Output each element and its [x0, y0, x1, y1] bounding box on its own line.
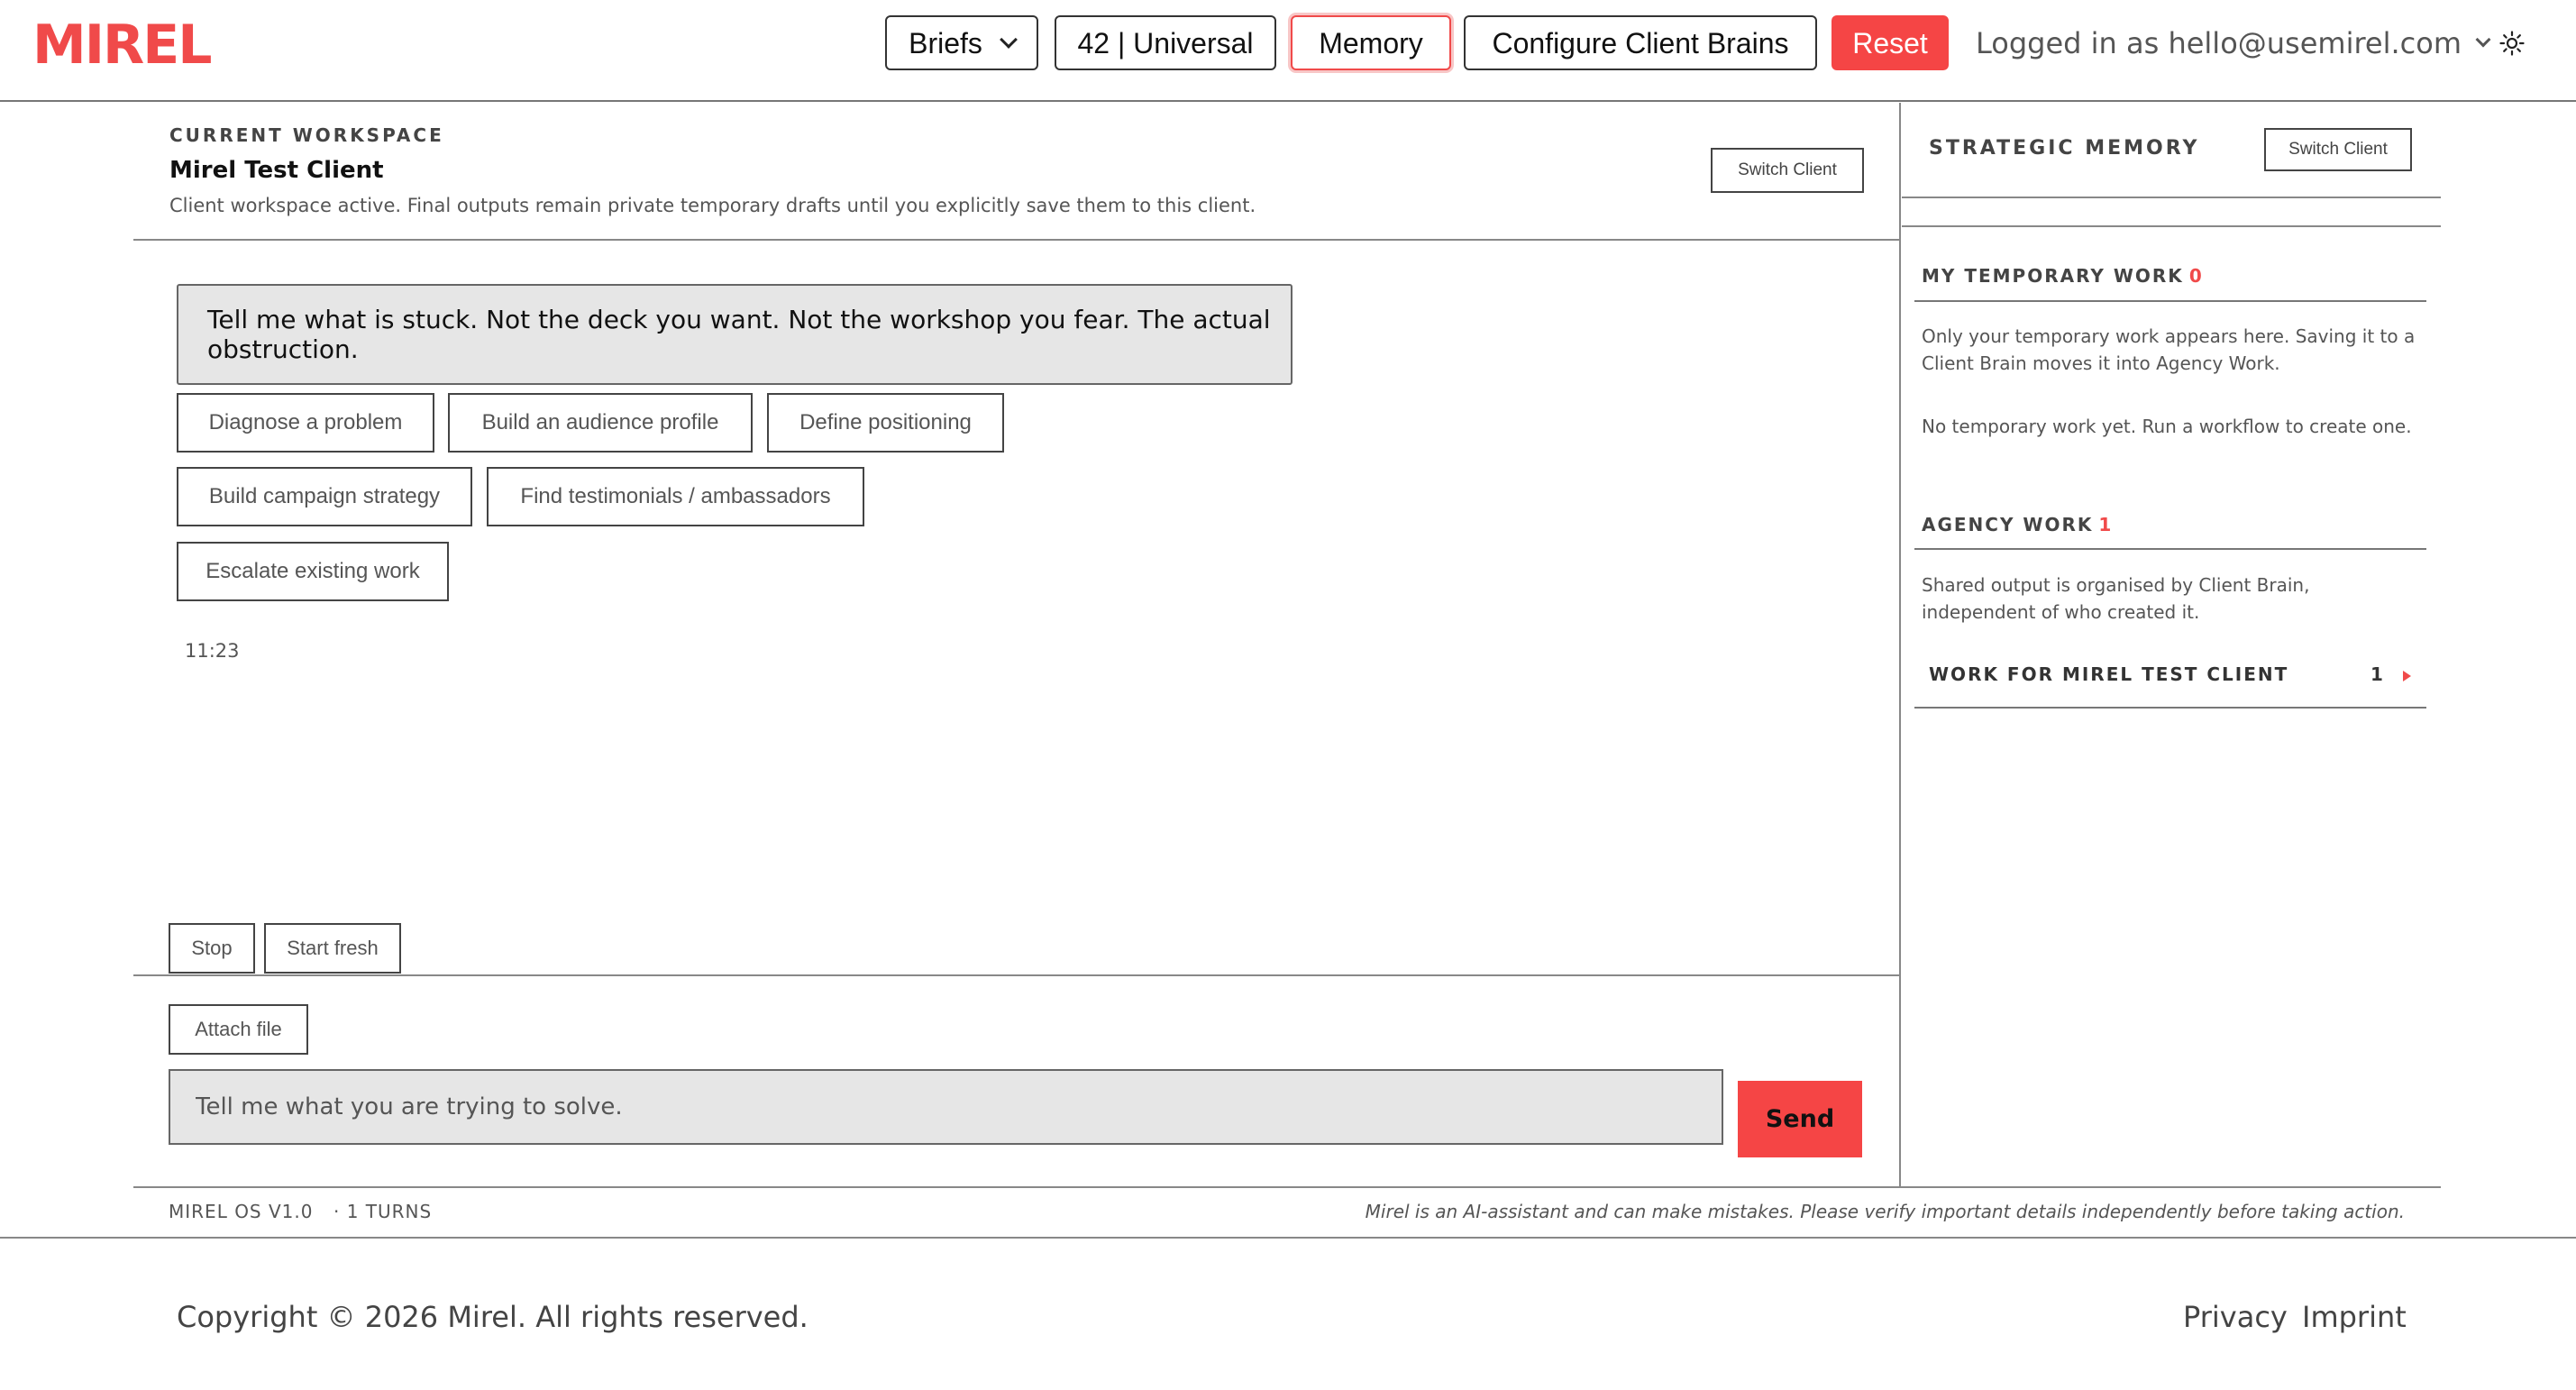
status-divider [133, 1186, 2441, 1188]
chip-find-testimonials[interactable]: Find testimonials / ambassadors [487, 467, 864, 526]
send-button[interactable]: Send [1738, 1081, 1862, 1157]
memory-divider [1902, 197, 2441, 198]
chip-escalate-existing-work[interactable]: Escalate existing work [177, 542, 449, 601]
message-timestamp: 11:23 [185, 640, 240, 662]
configure-label: Configure Client Brains [1492, 26, 1789, 59]
footer-divider [0, 1237, 2576, 1239]
composer-divider [133, 974, 1900, 976]
memory-button[interactable]: Memory [1291, 15, 1451, 70]
configure-client-brains-button[interactable]: Configure Client Brains [1464, 15, 1817, 70]
briefs-label: Briefs [909, 26, 982, 59]
workspace-title: Mirel Test Client [169, 157, 384, 184]
agency-work-description: Shared output is organised by Client Bra… [1922, 574, 2310, 623]
memory-divider [1902, 225, 2441, 227]
stop-button[interactable]: Stop [169, 923, 255, 974]
mirel-logo[interactable]: MIREL [32, 18, 212, 72]
universal-label: 42 | Universal [1077, 26, 1254, 59]
workspace-kicker: CURRENT WORKSPACE [169, 124, 444, 146]
panel-divider [1899, 103, 1901, 1186]
memory-panel-title: STRATEGIC MEMORY [1929, 137, 2200, 160]
workspace-header: CURRENT WORKSPACE Mirel Test Client Clie… [133, 103, 1900, 241]
agency-work-count: 1 [2098, 514, 2114, 535]
agency-work-heading: AGENCY WORK 1 [1922, 514, 2113, 535]
section-divider [1914, 300, 2426, 302]
temporary-work-count: 0 [2188, 265, 2204, 287]
work-row-label: WORK FOR MIREL TEST CLIENT [1929, 663, 2289, 685]
work-for-client-row[interactable]: WORK FOR MIREL TEST CLIENT 1 [1929, 663, 2416, 690]
universal-button[interactable]: 42 | Universal [1055, 15, 1276, 70]
assistant-message-text: Tell me what is stuck. Not the deck you … [207, 305, 1271, 364]
section-divider [1914, 707, 2426, 709]
section-divider [1914, 548, 2426, 550]
switch-client-button[interactable]: Switch Client [1711, 148, 1864, 193]
chip-define-positioning[interactable]: Define positioning [767, 393, 1004, 453]
chevron-down-icon [2475, 32, 2491, 48]
attach-file-button[interactable]: Attach file [169, 1004, 308, 1055]
version-label: MIREL OS V1.0 [169, 1201, 314, 1222]
logged-in-label: Logged in as hello@usemirel.com [1976, 26, 2462, 60]
chip-diagnose-problem[interactable]: Diagnose a problem [177, 393, 434, 453]
reset-label: Reset [1852, 26, 1928, 59]
memory-label: Memory [1319, 26, 1423, 59]
copyright-text: Copyright © 2026 Mirel. All rights reser… [177, 1300, 808, 1334]
turns-counter: · 1 TURNS [333, 1201, 433, 1222]
chevron-down-icon [999, 30, 1018, 49]
chat-input[interactable] [169, 1069, 1723, 1145]
work-row-count: 1 [2370, 663, 2383, 685]
memory-switch-client-button[interactable]: Switch Client [2264, 128, 2412, 171]
start-fresh-button[interactable]: Start fresh [264, 923, 401, 974]
temporary-work-empty: No temporary work yet. Run a workflow to… [1922, 416, 2412, 437]
temporary-work-description: Only your temporary work appears here. S… [1922, 325, 2416, 374]
workspace-description: Client workspace active. Final outputs r… [169, 195, 1256, 216]
agency-work-heading-text: AGENCY WORK [1922, 514, 2094, 535]
app-header: MIREL Briefs 42 | Universal Memory Confi… [0, 0, 2576, 102]
user-menu[interactable]: Logged in as hello@usemirel.com [1976, 25, 2491, 61]
assistant-message: Tell me what is stuck. Not the deck you … [177, 284, 1293, 385]
caret-right-icon [2403, 671, 2411, 681]
sun-icon[interactable] [2499, 31, 2525, 56]
chip-build-audience-profile[interactable]: Build an audience profile [448, 393, 753, 453]
imprint-link[interactable]: Imprint [2302, 1300, 2407, 1334]
privacy-link[interactable]: Privacy [2183, 1300, 2288, 1334]
ai-disclaimer: Mirel is an AI-assistant and can make mi… [1365, 1201, 2405, 1222]
briefs-dropdown-button[interactable]: Briefs [885, 15, 1038, 70]
temporary-work-heading: MY TEMPORARY WORK 0 [1922, 265, 2204, 287]
temporary-work-heading-text: MY TEMPORARY WORK [1922, 265, 2184, 287]
chip-build-campaign-strategy[interactable]: Build campaign strategy [177, 467, 472, 526]
reset-button[interactable]: Reset [1832, 15, 1949, 70]
